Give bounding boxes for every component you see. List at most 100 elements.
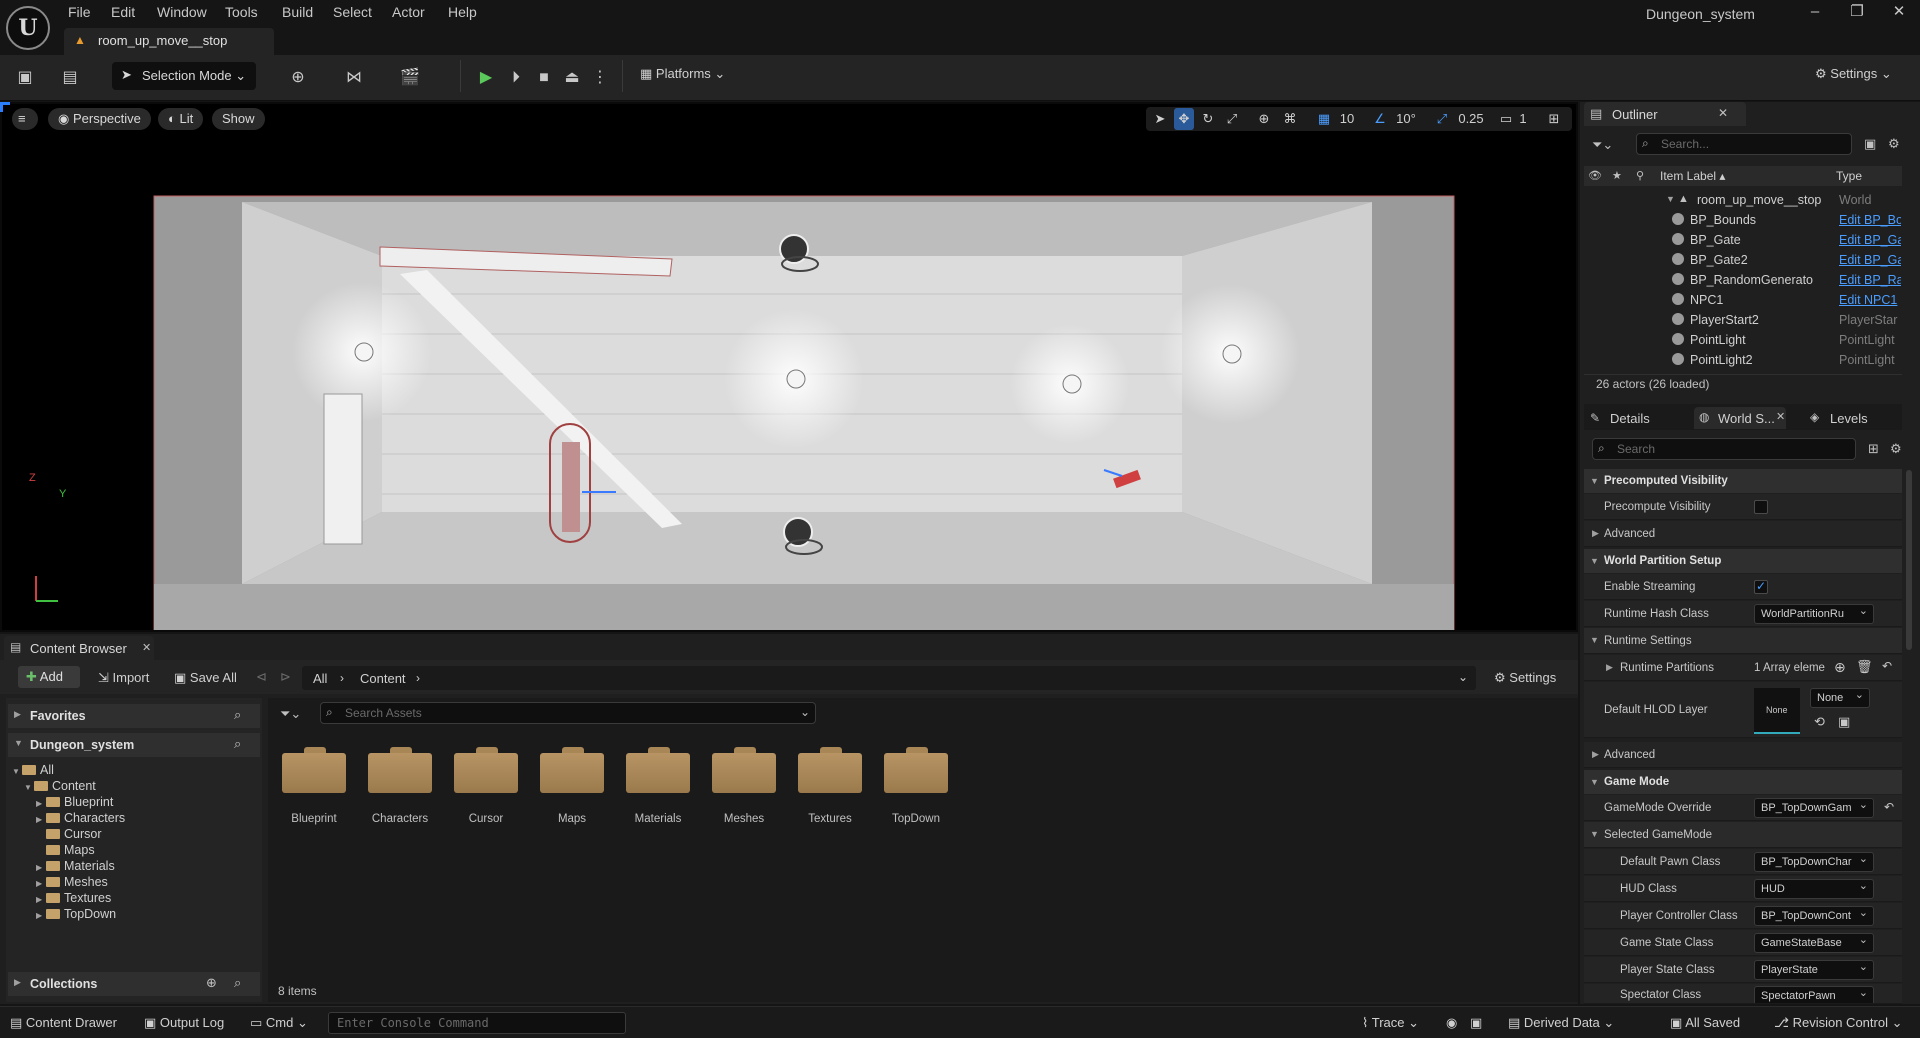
outliner-row[interactable]: PointLight PointLight bbox=[1584, 330, 1904, 350]
add-button[interactable]: ✚ Add bbox=[18, 666, 80, 688]
hlod-dropdown[interactable]: None bbox=[1810, 688, 1870, 708]
cinematics-icon[interactable]: 🎬 bbox=[398, 66, 422, 90]
tree-expander-icon[interactable]: ▶ bbox=[36, 895, 46, 904]
advanced-row[interactable]: ▶ Advanced bbox=[1584, 521, 1902, 547]
tree-folder-blueprint[interactable]: ▶ Blueprint bbox=[36, 795, 113, 811]
menu-actor[interactable]: Actor bbox=[392, 4, 425, 22]
save-all-button[interactable]: ▣ Save All bbox=[174, 670, 237, 686]
edit-blueprint-link[interactable]: Edit BP_Ga bbox=[1839, 253, 1901, 267]
folder-label[interactable]: Characters bbox=[357, 813, 443, 825]
add-actor-icon[interactable]: ⊕ bbox=[286, 66, 310, 90]
lit-button[interactable]: ◐ Lit bbox=[158, 108, 204, 130]
tree-expander-icon[interactable]: ▶ bbox=[36, 799, 46, 808]
cb-settings-button[interactable]: ⚙ Settings bbox=[1494, 670, 1556, 686]
player-state-dropdown[interactable]: PlayerState bbox=[1754, 960, 1874, 980]
menu-help[interactable]: Help bbox=[448, 4, 477, 22]
outliner-search-input[interactable]: Search... bbox=[1636, 133, 1852, 155]
rotation-snap-value[interactable]: 10° bbox=[1392, 108, 1420, 130]
path-all[interactable]: All bbox=[313, 671, 327, 686]
level-tab[interactable]: room_up_move__stop bbox=[64, 28, 274, 55]
path-dropdown-icon[interactable]: ⌄ bbox=[1458, 670, 1468, 684]
default-pawn-dropdown[interactable]: BP_TopDownChar bbox=[1754, 852, 1874, 872]
outliner-row[interactable]: BP_Gate Edit BP_Ga bbox=[1584, 230, 1904, 250]
content-browser-close-icon[interactable]: ✕ bbox=[142, 641, 151, 654]
edit-blueprint-link[interactable]: Edit BP_Ra bbox=[1839, 273, 1901, 287]
outliner-settings-icon[interactable]: ⚙ bbox=[1888, 136, 1900, 152]
tree-folder-topdown[interactable]: ▶ TopDown bbox=[36, 907, 116, 923]
precompute-visibility-checkbox[interactable] bbox=[1754, 500, 1768, 514]
save-icon[interactable]: ▣ bbox=[13, 66, 37, 90]
favorite-column-icon[interactable]: ★ bbox=[1612, 169, 1622, 182]
content-drawer-button[interactable]: ▤ Content Drawer bbox=[10, 1015, 117, 1031]
camera-speed-value[interactable]: 1 bbox=[1516, 108, 1530, 130]
collections-search-icon[interactable]: ⌕ bbox=[234, 975, 241, 991]
folder-label[interactable]: Textures bbox=[787, 813, 873, 825]
tree-folder-cursor[interactable]: Cursor bbox=[36, 827, 102, 843]
add-element-icon[interactable]: ⊕ bbox=[1834, 659, 1846, 676]
outliner-row[interactable]: NPC1 Edit NPC1 bbox=[1584, 290, 1904, 310]
folder-icon[interactable] bbox=[540, 745, 604, 793]
close-window-icon[interactable]: ✕ bbox=[1888, 2, 1910, 22]
tree-expander-icon[interactable]: ▼ bbox=[12, 767, 22, 776]
tree-expander-icon[interactable]: ▶ bbox=[36, 911, 46, 920]
back-icon[interactable]: ⊲ bbox=[256, 669, 267, 685]
scale-snap-value[interactable]: 0.25 bbox=[1454, 108, 1488, 130]
folder-label[interactable]: Maps bbox=[529, 813, 615, 825]
path-content[interactable]: Content bbox=[360, 671, 406, 686]
tree-folder-materials[interactable]: ▶ Materials bbox=[36, 859, 115, 875]
find-asset-icon[interactable]: ▣ bbox=[1838, 714, 1850, 730]
item-label-column[interactable]: Item Label ▴ bbox=[1660, 169, 1725, 183]
tree-folder-characters[interactable]: ▶ Characters bbox=[36, 811, 125, 827]
folder-icon[interactable] bbox=[368, 745, 432, 793]
scale-tool-icon[interactable]: ⤢ bbox=[1222, 108, 1242, 130]
rotate-tool-icon[interactable]: ↻ bbox=[1198, 108, 1218, 130]
more-options-icon[interactable]: ⋮ bbox=[588, 66, 612, 90]
section-precomputed-visibility[interactable]: ▼ Precomputed Visibility bbox=[1584, 469, 1902, 493]
import-button[interactable]: ⇲ Import bbox=[98, 670, 149, 686]
selected-gamemode-row[interactable]: ▼ Selected GameMode bbox=[1584, 822, 1902, 848]
console-input[interactable]: Enter Console Command bbox=[328, 1012, 626, 1034]
platforms-button[interactable]: ▦ Platforms ⌄ bbox=[640, 66, 725, 82]
folder-label[interactable]: Meshes bbox=[701, 813, 787, 825]
details-tab[interactable]: Details bbox=[1590, 407, 1674, 429]
tree-expander-icon[interactable]: ▶ bbox=[36, 863, 46, 872]
table-view-icon[interactable]: ⊞ bbox=[1868, 441, 1879, 457]
pin-column-icon[interactable]: ⚲ bbox=[1636, 169, 1644, 182]
selection-mode-dropdown[interactable]: Selection Mode ⌄ bbox=[112, 62, 256, 90]
game-state-dropdown[interactable]: GameStateBase bbox=[1754, 933, 1874, 953]
show-button[interactable]: Show bbox=[212, 108, 265, 130]
outliner-row[interactable]: BP_Gate2 Edit BP_Ga bbox=[1584, 250, 1904, 270]
asset-filter-icon[interactable]: ⏷⌄ bbox=[280, 706, 301, 722]
folder-icon[interactable] bbox=[798, 745, 862, 793]
type-column-header[interactable]: Type bbox=[1836, 169, 1862, 183]
all-saved-button[interactable]: ▣ All Saved bbox=[1670, 1015, 1740, 1031]
menu-file[interactable]: File bbox=[68, 4, 91, 22]
scale-snap-icon[interactable]: ⤢ bbox=[1432, 108, 1452, 130]
folder-icon[interactable] bbox=[626, 745, 690, 793]
reset-icon[interactable]: ↶ bbox=[1882, 659, 1892, 673]
browse-icon[interactable]: ▤ bbox=[58, 66, 82, 90]
tree-expander-icon[interactable]: ▶ bbox=[36, 879, 46, 888]
filter-icon[interactable]: ⏷⌄ bbox=[1592, 137, 1613, 153]
section-game-mode[interactable]: ▼ Game Mode bbox=[1584, 770, 1902, 794]
unreal-logo-icon[interactable]: U bbox=[6, 6, 50, 50]
settings-button[interactable]: ⚙ Settings ⌄ bbox=[1815, 66, 1892, 82]
collapse-arrow-icon[interactable]: ▼ bbox=[1666, 194, 1675, 204]
asset-search-dropdown-icon[interactable]: ⌄ bbox=[800, 705, 810, 719]
add-collection-icon[interactable]: ⊕ bbox=[206, 975, 217, 991]
favorites-search-icon[interactable]: ⌕ bbox=[234, 707, 241, 723]
browse-asset-icon[interactable]: ⟲ bbox=[1814, 714, 1825, 730]
menu-edit[interactable]: Edit bbox=[111, 4, 135, 22]
outliner-row[interactable]: PointLight2 PointLight bbox=[1584, 350, 1904, 370]
play-icon[interactable]: ▶ bbox=[474, 66, 498, 90]
restore-icon[interactable]: ❐ bbox=[1846, 2, 1868, 22]
forward-icon[interactable]: ⊳ bbox=[280, 669, 291, 685]
world-space-icon[interactable]: ⊕ bbox=[1254, 108, 1274, 130]
select-tool-icon[interactable]: ➤ bbox=[1150, 108, 1170, 130]
folder-label[interactable]: Materials bbox=[615, 813, 701, 825]
output-log-button[interactable]: ▣ Output Log bbox=[144, 1015, 224, 1031]
runtime-settings-row[interactable]: ▼ Runtime Settings bbox=[1584, 628, 1902, 654]
folder-icon[interactable] bbox=[282, 745, 346, 793]
player-controller-dropdown[interactable]: BP_TopDownCont bbox=[1754, 906, 1874, 926]
tree-folder-content[interactable]: ▼ Content bbox=[24, 779, 96, 795]
